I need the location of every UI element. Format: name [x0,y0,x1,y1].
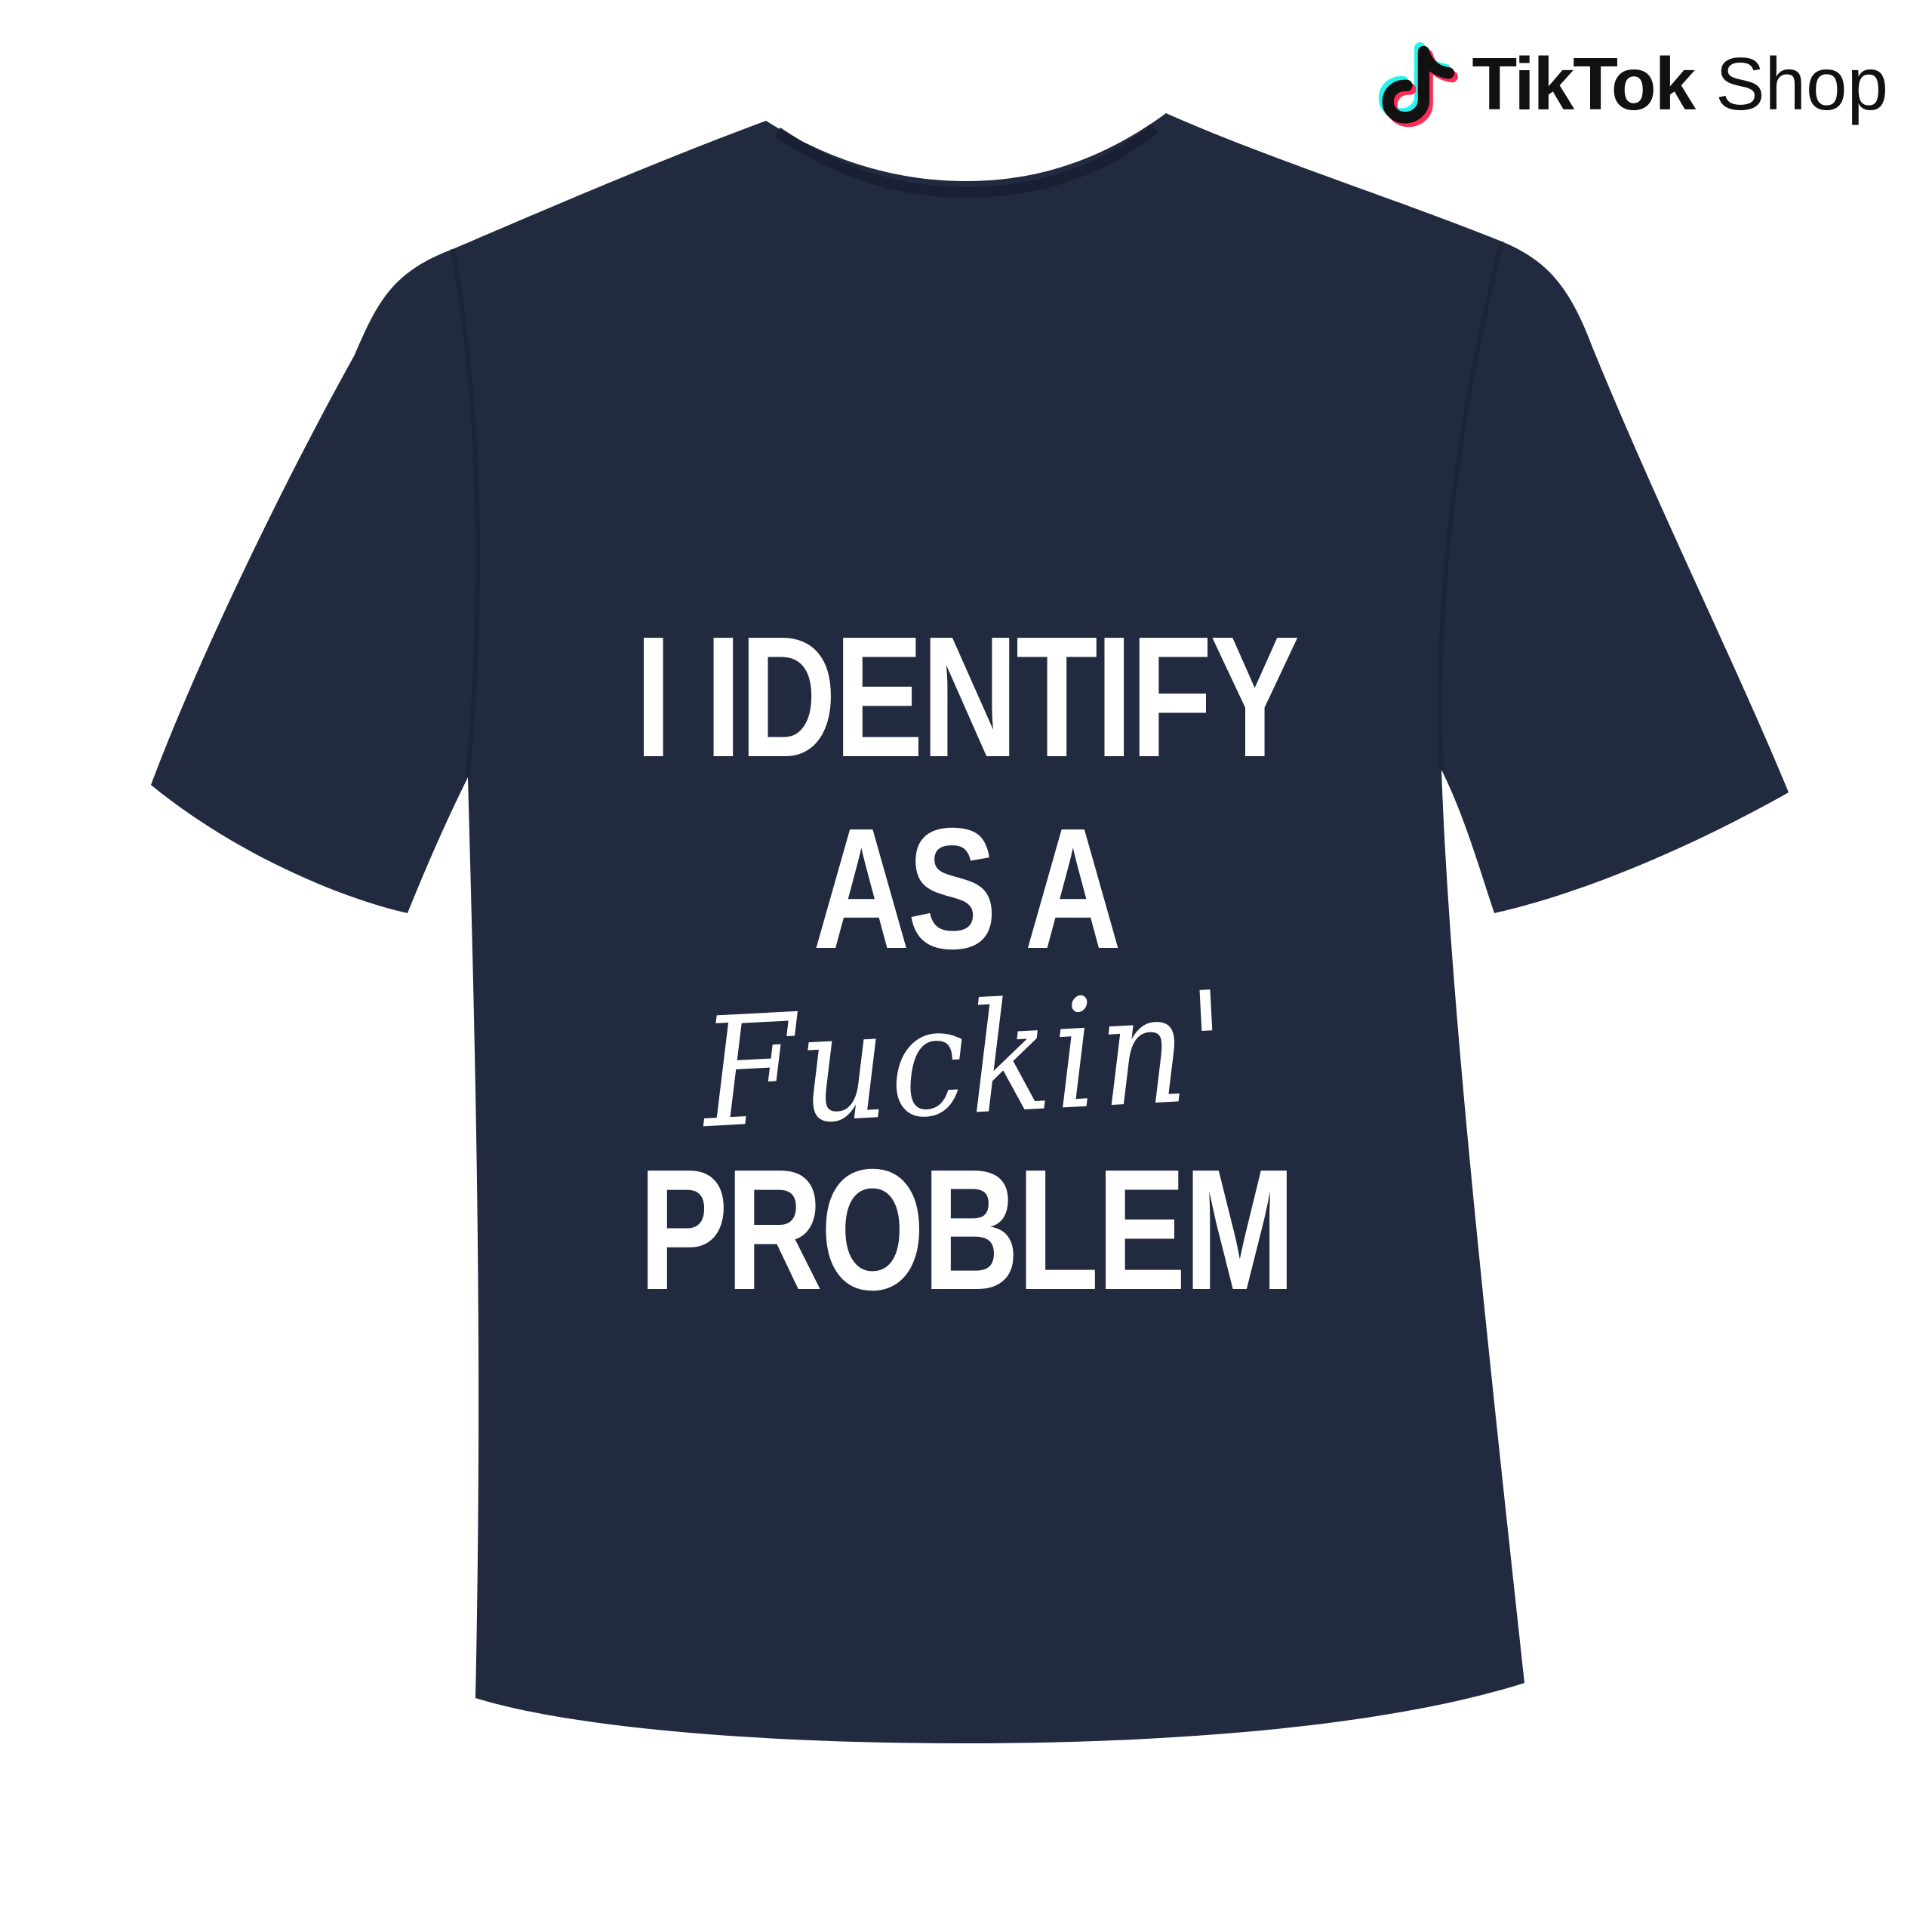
shirt-print-text: I IDENTIFY AS A Fuckin' PROBLEM [0,604,1932,1316]
print-line-1: I IDENTIFY [635,601,1300,793]
print-line-2: AS A [813,793,1121,985]
brand-sub: Shop [1715,42,1888,125]
tiktok-note-icon [1379,42,1459,128]
product-image: I IDENTIFY AS A Fuckin' PROBLEM TikTok S… [0,0,1932,1932]
print-line-4: PROBLEM [638,1134,1295,1326]
tiktok-shop-logo: TikTok Shop [1372,39,1888,128]
brand-name: TikTok [1472,42,1696,125]
